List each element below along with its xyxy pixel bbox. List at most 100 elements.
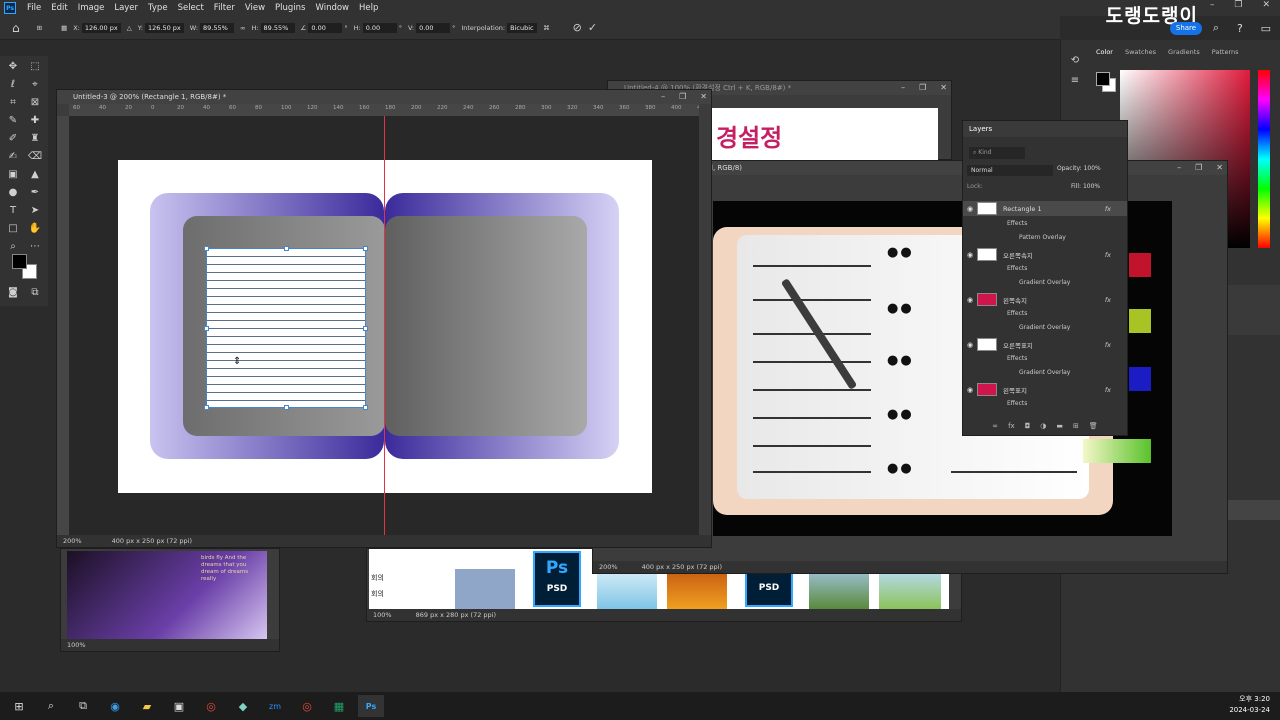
app-icon[interactable]: ▣ <box>166 695 192 717</box>
document-title[interactable]: Untitled-3 @ 200% (Rectangle 1, RGB/8#) … <box>57 90 711 104</box>
more-tools-icon[interactable]: ⋯ <box>26 240 44 254</box>
quick-mask-icon[interactable]: ◙ <box>4 286 22 300</box>
hue-slider[interactable] <box>1258 70 1270 248</box>
brush-tool-icon[interactable]: ✐ <box>4 132 22 146</box>
screen-mode-icon[interactable]: ⧉ <box>26 286 44 300</box>
properties-icon[interactable]: ≡ <box>1066 74 1084 88</box>
fx-icon[interactable]: fx <box>1105 341 1111 349</box>
menu-help[interactable]: Help <box>354 3 383 13</box>
menu-select[interactable]: Select <box>173 3 209 13</box>
filter-kind[interactable]: ⌕ Kind <box>969 147 1025 159</box>
visibility-eye-icon[interactable]: ◉ <box>963 205 977 213</box>
edge-browser-icon[interactable]: ◉ <box>102 695 128 717</box>
tab-swatches[interactable]: Swatches <box>1125 48 1156 62</box>
menu-view[interactable]: View <box>240 3 270 13</box>
layer-row[interactable]: ◉ 오른쪽속지 fx <box>963 247 1127 262</box>
help-icon[interactable]: ? <box>1237 22 1243 35</box>
dodge-tool-icon[interactable]: ● <box>4 186 22 200</box>
transform-handle[interactable] <box>363 246 368 251</box>
fx-icon[interactable]: fx <box>1105 296 1111 304</box>
layer-row[interactable]: ◉ 왼쪽속지 fx <box>963 292 1127 307</box>
file-explorer-icon[interactable]: ▰ <box>134 695 160 717</box>
home-icon[interactable]: ⌂ <box>12 21 20 35</box>
chrome-icon[interactable]: ◎ <box>294 695 320 717</box>
crop-tool-icon[interactable]: ⌗ <box>4 96 22 110</box>
add-style-icon[interactable]: fx <box>1008 422 1015 430</box>
windows-start-icon[interactable]: ⊞ <box>6 695 32 717</box>
visibility-eye-icon[interactable]: ◉ <box>963 251 977 259</box>
width-field[interactable]: 89.55% <box>200 22 235 33</box>
rectangle-tool-icon[interactable]: □ <box>4 222 22 236</box>
fx-icon[interactable]: fx <box>1105 205 1111 213</box>
history-icon[interactable]: ⟲ <box>1066 54 1084 68</box>
x-field[interactable]: 126.00 px <box>81 22 121 33</box>
excel-icon[interactable]: ▦ <box>326 695 352 717</box>
add-mask-icon[interactable]: ◘ <box>1025 422 1031 430</box>
type-tool-icon[interactable]: T <box>4 204 22 218</box>
delete-layer-icon[interactable]: 🗑 <box>1089 422 1098 430</box>
chrome-icon[interactable]: ◎ <box>198 695 224 717</box>
fx-icon[interactable]: fx <box>1105 251 1111 259</box>
link-layers-icon[interactable]: ∞ <box>992 422 998 430</box>
new-layer-icon[interactable]: ⊞ <box>1073 422 1079 430</box>
hskew-field[interactable]: 0.00 <box>362 22 397 33</box>
zoom-tool-icon[interactable]: ⌕ <box>4 240 22 254</box>
transform-handle[interactable] <box>363 405 368 410</box>
app-icon[interactable]: ◆ <box>230 695 256 717</box>
path-select-tool-icon[interactable]: ➤ <box>26 204 44 218</box>
eraser-tool-icon[interactable]: ⌫ <box>26 150 44 164</box>
search-icon[interactable]: ⌕ <box>1213 21 1219 35</box>
menu-image[interactable]: Image <box>73 3 110 13</box>
visibility-eye-icon[interactable]: ◉ <box>963 341 977 349</box>
workspace-icon[interactable]: ▭ <box>1261 22 1271 35</box>
maximize-icon[interactable]: ❐ <box>919 81 926 95</box>
blend-mode-select[interactable]: Normal <box>967 165 1053 176</box>
link-icon[interactable]: ∞ <box>240 24 245 32</box>
angle-field[interactable]: 0.00 <box>308 22 343 33</box>
pen-tool-icon[interactable]: ✒ <box>26 186 44 200</box>
search-icon[interactable]: ⌕ <box>38 695 64 717</box>
guide-line[interactable] <box>384 116 385 536</box>
minimize-icon[interactable]: – <box>1210 0 1215 16</box>
menu-file[interactable]: File <box>22 3 46 13</box>
delta-icon[interactable]: △ <box>127 24 132 32</box>
close-icon[interactable]: ✕ <box>1216 161 1223 175</box>
transform-handle[interactable] <box>363 326 368 331</box>
y-field[interactable]: 126.50 px <box>145 22 184 33</box>
zoom-app-icon[interactable]: zm <box>262 695 288 717</box>
minimize-icon[interactable]: – <box>661 90 665 104</box>
layer-row[interactable]: ◉ 오른쪽표지 fx <box>963 337 1127 352</box>
transform-handle[interactable] <box>284 405 289 410</box>
minimize-icon[interactable]: – <box>901 81 905 95</box>
task-view-icon[interactable]: ⧉ <box>70 695 96 717</box>
stamp-tool-icon[interactable]: ♜ <box>26 132 44 146</box>
menu-plugins[interactable]: Plugins <box>270 3 310 13</box>
tab-gradients[interactable]: Gradients <box>1168 48 1200 62</box>
menu-type[interactable]: Type <box>143 3 173 13</box>
close-icon[interactable]: ✕ <box>700 90 707 104</box>
fx-icon[interactable]: fx <box>1105 386 1111 394</box>
eyedropper-tool-icon[interactable]: ✎ <box>4 114 22 128</box>
maximize-icon[interactable]: ❐ <box>1234 0 1242 16</box>
new-group-icon[interactable]: ▬ <box>1056 422 1063 430</box>
layer-row[interactable]: ◉ 왼쪽표지 fx <box>963 382 1127 397</box>
minimize-icon[interactable]: – <box>1177 161 1181 175</box>
menu-window[interactable]: Window <box>310 3 354 13</box>
interpolation-select[interactable]: Bicubic <box>507 22 538 33</box>
marquee-tool-icon[interactable]: ⬚ <box>26 60 44 74</box>
foreground-color-swatch[interactable] <box>12 254 27 269</box>
commit-transform-icon[interactable]: ✓ <box>588 21 597 34</box>
cancel-transform-icon[interactable]: ⊘ <box>573 21 582 34</box>
history-brush-icon[interactable]: ✍ <box>4 150 22 164</box>
layer-row[interactable]: ◉ Rectangle 1 fx <box>963 201 1127 216</box>
quick-select-tool-icon[interactable]: ⌖ <box>26 78 44 92</box>
transform-handle[interactable] <box>204 246 209 251</box>
lasso-tool-icon[interactable]: ℓ <box>4 78 22 92</box>
tab-patterns[interactable]: Patterns <box>1212 48 1239 62</box>
rectangle-1-lines[interactable] <box>206 248 366 408</box>
menu-layer[interactable]: Layer <box>109 3 143 13</box>
transform-handle[interactable] <box>284 246 289 251</box>
close-icon[interactable]: ✕ <box>1262 0 1270 16</box>
share-button[interactable]: Share <box>1170 22 1202 35</box>
opacity-field[interactable]: 100% <box>1084 165 1101 172</box>
